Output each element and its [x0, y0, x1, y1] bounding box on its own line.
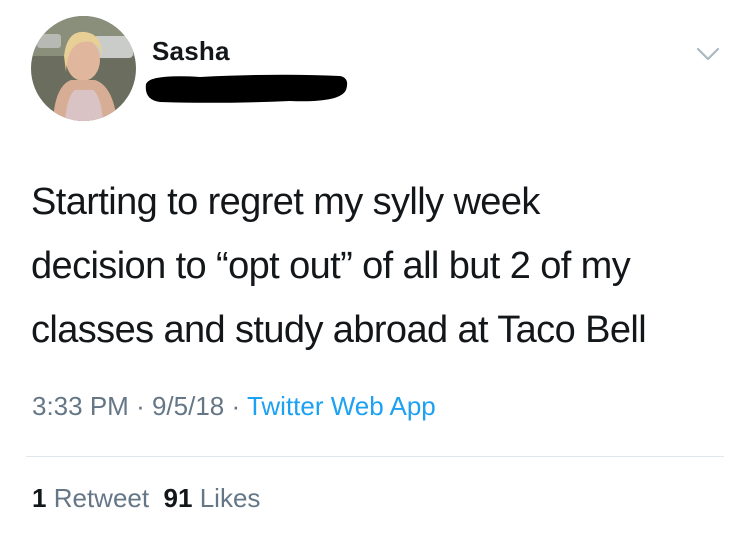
tweet-source-link[interactable]: Twitter Web App — [247, 391, 436, 421]
meta-separator: · — [136, 391, 145, 421]
profile-photo-icon — [31, 16, 136, 121]
chevron-down-icon[interactable] — [694, 44, 722, 64]
retweets-label: Retweet — [53, 483, 150, 513]
avatar[interactable] — [31, 16, 136, 121]
tweet-time[interactable]: 3:33 PM — [32, 391, 129, 421]
likes-count: 91 — [163, 483, 193, 513]
tweet-text: Starting to regret my sylly week decisio… — [31, 181, 647, 351]
likes-stat[interactable]: 91 Likes — [164, 483, 261, 513]
retweets-count: 1 — [32, 483, 47, 513]
tweet-meta: 3:33 PM · 9/5/18 · Twitter Web App — [32, 391, 436, 422]
likes-label: Likes — [199, 483, 261, 513]
tweet-card: Sasha Starting to regret my sylly week d… — [0, 0, 750, 537]
handle-redaction — [145, 74, 348, 103]
divider — [26, 456, 724, 457]
retweets-stat[interactable]: 1 Retweet — [32, 483, 149, 513]
meta-separator: · — [231, 391, 241, 421]
tweet-stats: 1 Retweet 91 Likes — [32, 483, 260, 514]
display-name[interactable]: Sasha — [152, 36, 230, 67]
tweet-date[interactable]: 9/5/18 — [152, 391, 224, 421]
